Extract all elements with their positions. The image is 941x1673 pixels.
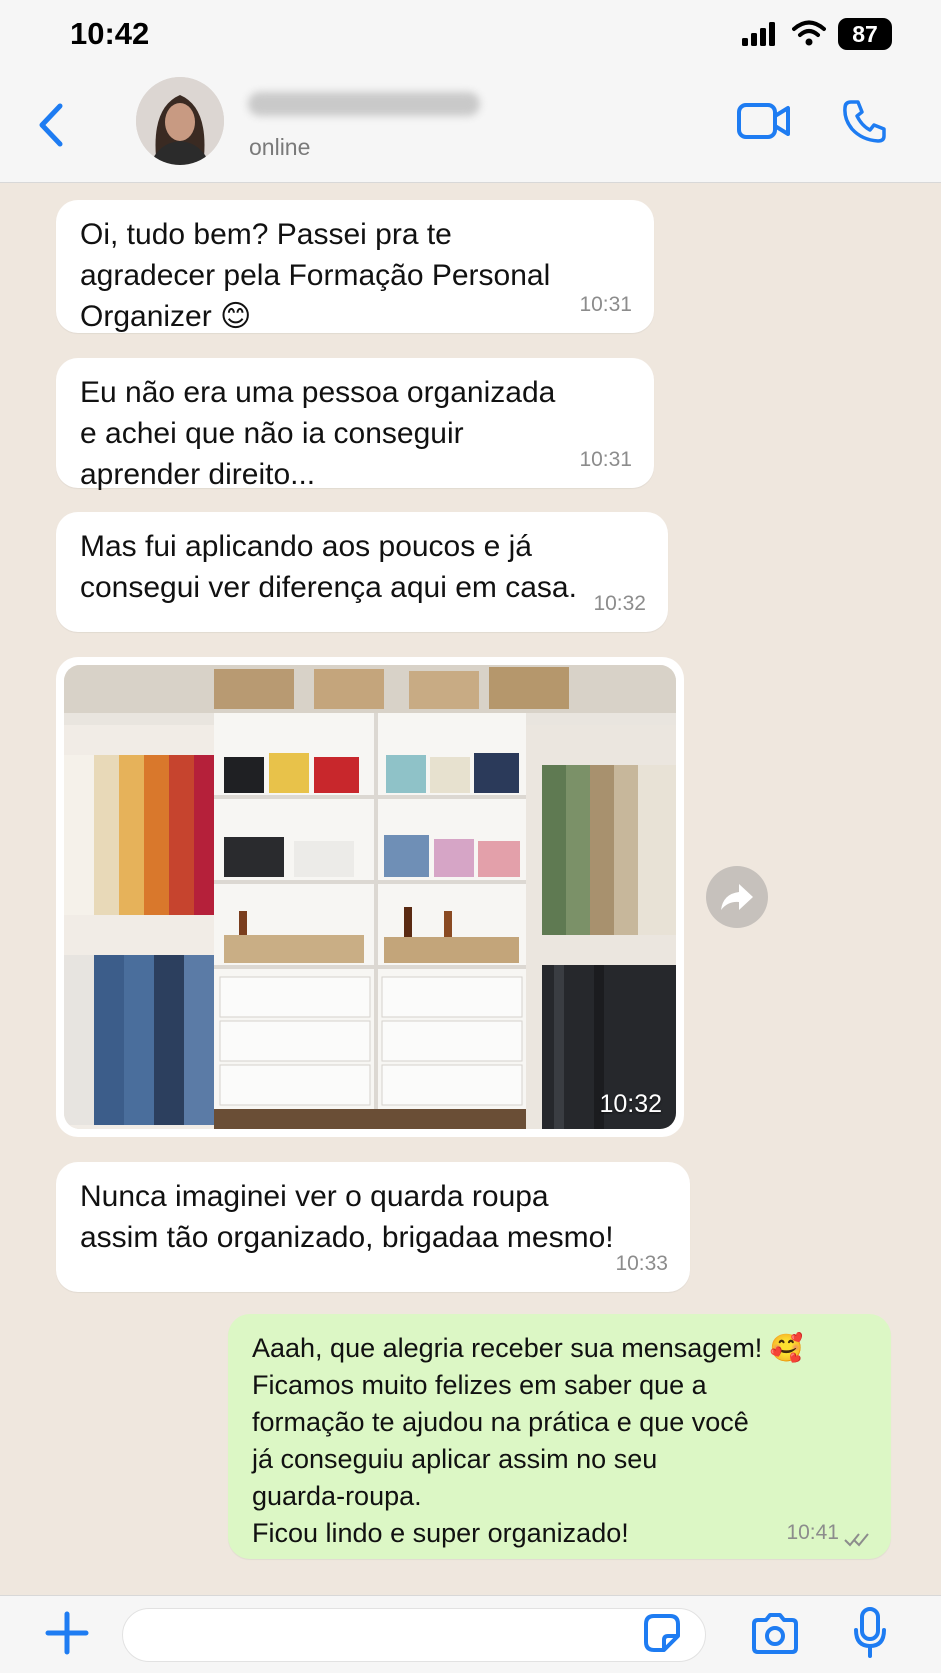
battery-level: 87 <box>838 18 892 50</box>
message-time: 10:33 <box>615 1252 668 1275</box>
message-time: 10:41 <box>786 1521 839 1544</box>
outgoing-message-bubble[interactable]: Aaah, que alegria receber sua mensagem! … <box>228 1314 891 1559</box>
chat-header: online <box>0 72 941 183</box>
camera-icon[interactable] <box>750 1612 800 1656</box>
contact-status: online <box>249 134 311 160</box>
image-time: 10:32 <box>599 1090 662 1118</box>
plus-icon[interactable] <box>44 1610 90 1656</box>
double-check-icon <box>844 1533 869 1547</box>
message-input[interactable] <box>122 1608 706 1662</box>
status-time: 10:42 <box>70 16 150 51</box>
contact-name-blurred[interactable] <box>248 92 480 116</box>
message-bubble[interactable]: Oi, tudo bem? Passei pra te agradecer pe… <box>56 200 654 333</box>
wardrobe-photo[interactable]: 10:32 <box>64 665 676 1129</box>
message-bubble[interactable]: Eu não era uma pessoa organizada e achei… <box>56 358 654 491</box>
phone-icon[interactable] <box>842 98 888 144</box>
status-bar: 10:42 87 <box>0 0 941 72</box>
message-time: 10:31 <box>579 448 632 471</box>
message-text: Nunca imaginei ver o quarda roupa assim … <box>80 1180 614 1254</box>
forward-button[interactable] <box>706 866 768 928</box>
avatar[interactable] <box>136 77 224 165</box>
chevron-left-icon[interactable] <box>36 102 66 148</box>
signal-icon <box>742 22 775 46</box>
wifi-icon <box>792 20 826 46</box>
message-time: 10:32 <box>593 592 646 615</box>
message-time: 10:31 <box>579 293 632 316</box>
chat-area: Oi, tudo bem? Passei pra te agradecer pe… <box>0 183 941 1595</box>
message-bubble[interactable]: Nunca imaginei ver o quarda roupa assim … <box>56 1162 690 1292</box>
message-text: Mas fui aplicando aos poucos e já conseg… <box>80 530 577 604</box>
message-bubble[interactable]: Mas fui aplicando aos poucos e já conseg… <box>56 512 668 632</box>
sticker-icon[interactable] <box>640 1612 684 1656</box>
forward-arrow-icon <box>721 884 753 910</box>
message-text: Eu não era uma pessoa organizada e achei… <box>80 376 556 491</box>
image-message[interactable]: 10:32 <box>56 657 684 1137</box>
message-text: Oi, tudo bem? Passei pra te agradecer pe… <box>80 218 551 333</box>
video-camera-icon[interactable] <box>736 102 792 140</box>
message-text: Aaah, que alegria receber sua mensagem! … <box>252 1333 804 1548</box>
microphone-icon[interactable] <box>852 1606 888 1660</box>
message-input-bar <box>0 1595 941 1673</box>
